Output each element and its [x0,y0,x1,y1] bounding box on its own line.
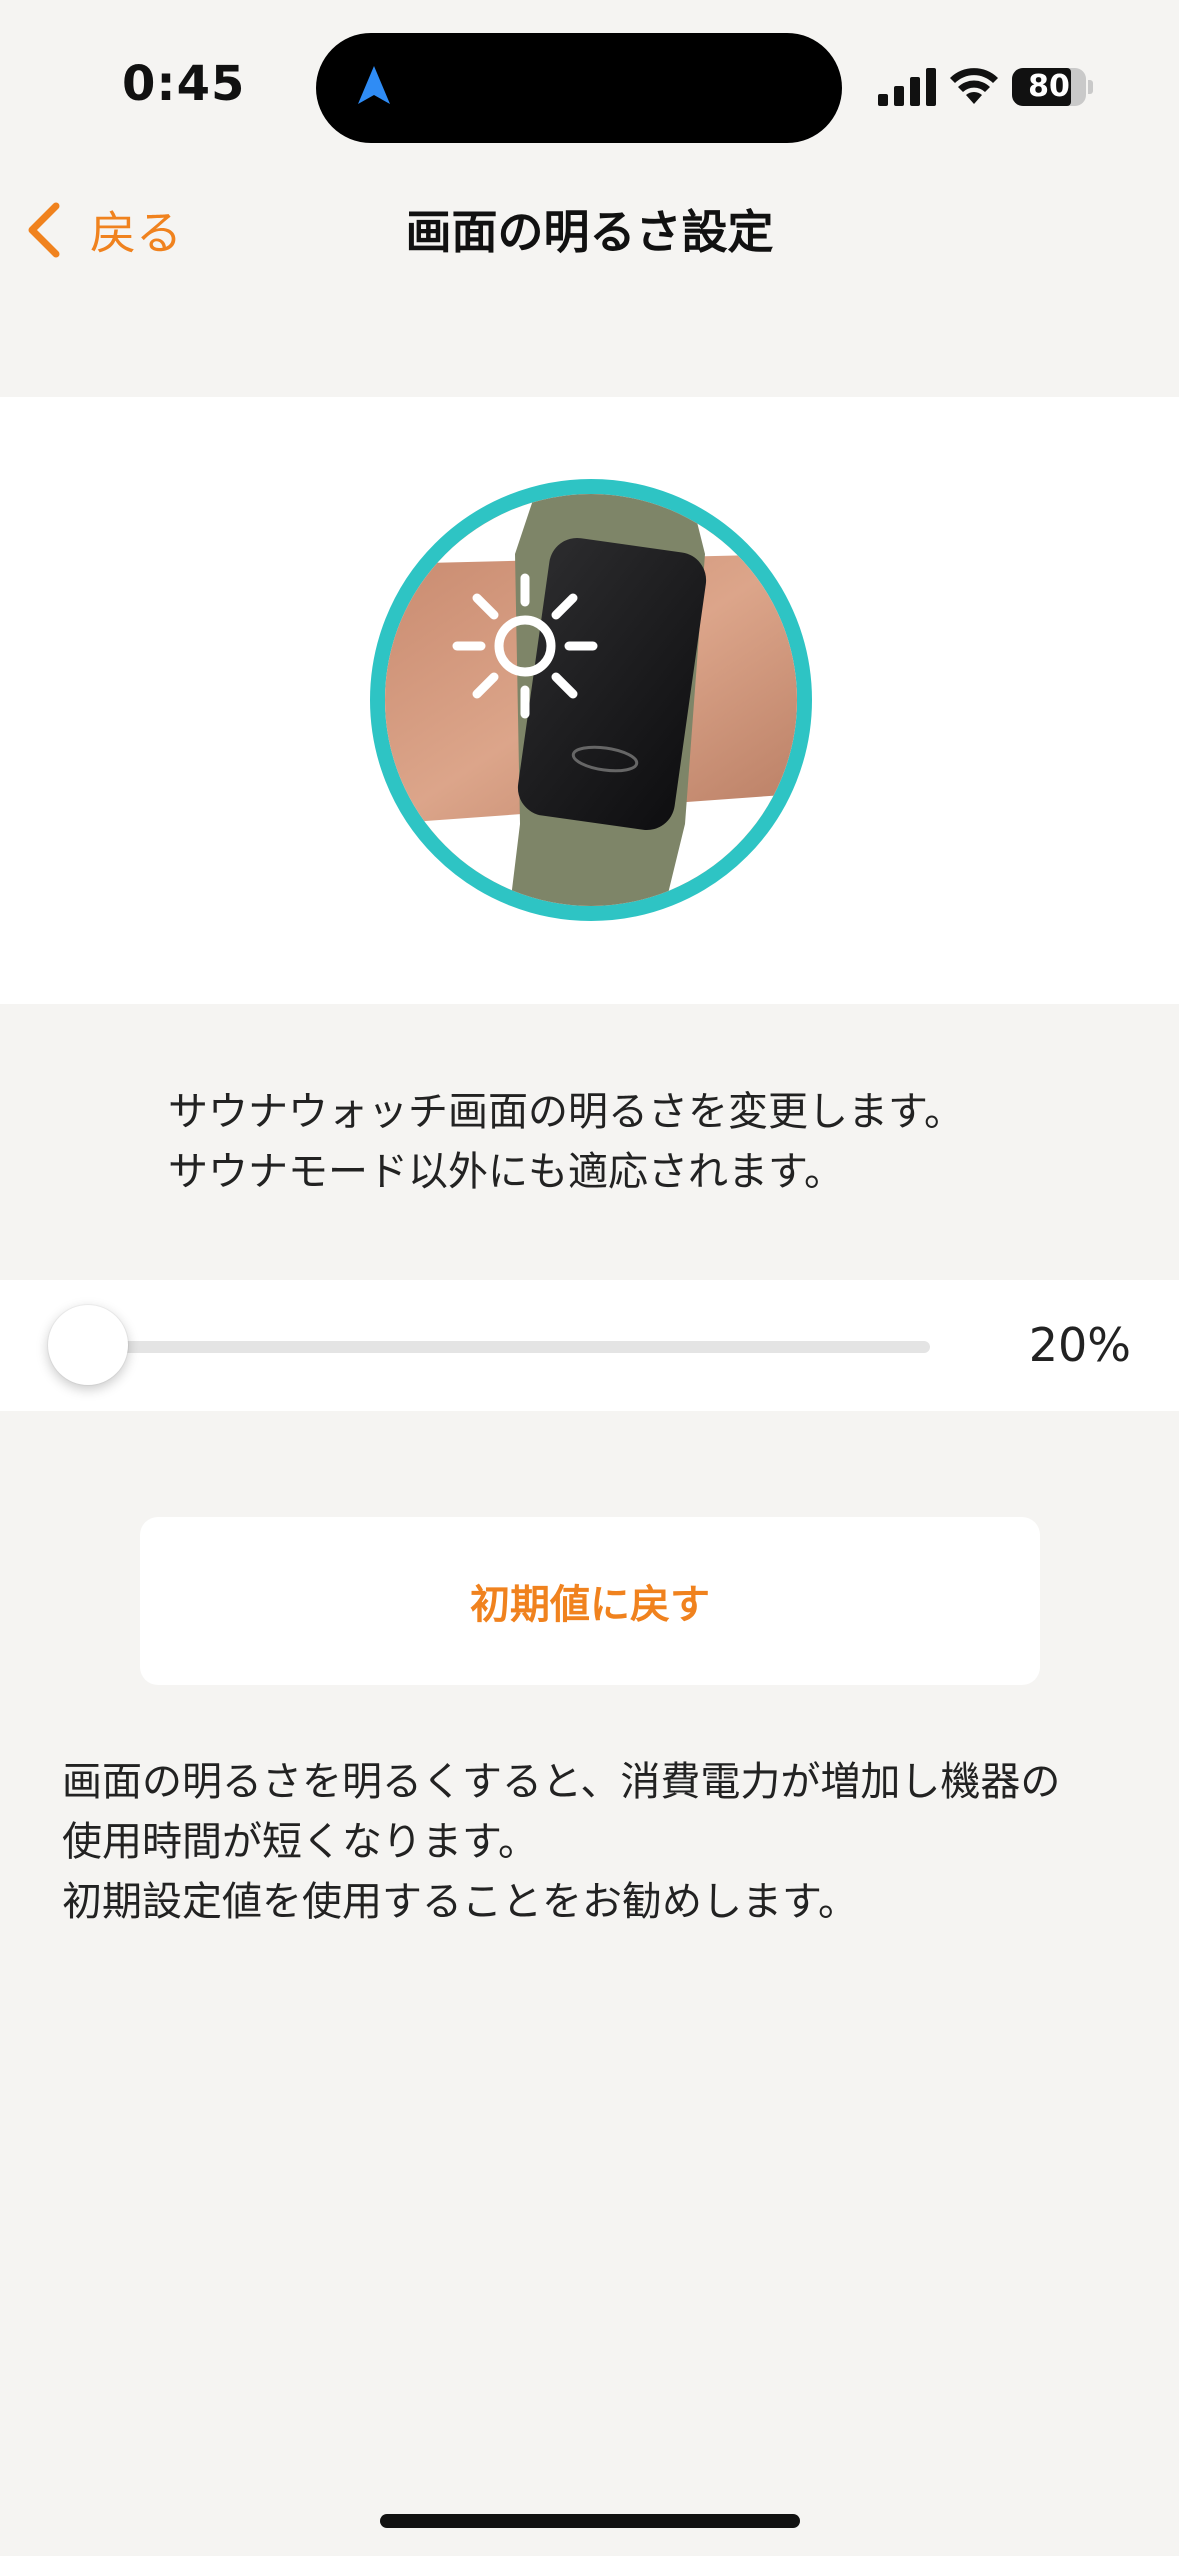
wrist-watch-image [385,494,797,906]
battery-body: 80 [1012,68,1086,106]
reset-to-default-button[interactable]: 初期値に戻す [140,1517,1040,1685]
wifi-icon [950,68,998,104]
note-line-1: 画面の明るさを明るくすると、消費電力が増加し機器の [62,1759,1061,1805]
note-line-2: 使用時間が短くなります。 [62,1819,538,1865]
location-arrow-icon [358,66,390,104]
brightness-slider-track[interactable] [88,1341,930,1353]
battery-percent: 80 [1028,69,1070,104]
battery-indicator: 80 [1012,68,1093,108]
brightness-slider-row: 20% [0,1280,1179,1411]
brightness-value: 20% [1028,1318,1131,1372]
illustration-panel [0,397,1179,1004]
reset-button-label: 初期値に戻す [470,1582,710,1628]
note-line-3: 初期設定値を使用することをお勧めします。 [62,1879,858,1925]
home-indicator[interactable] [380,2514,800,2528]
page-title: 画面の明るさ設定 [405,205,774,259]
brightness-slider-thumb[interactable] [48,1305,128,1385]
status-time: 0:45 [122,56,246,112]
watch-illustration [370,479,812,921]
status-bar: 0:45 80 [0,0,1179,170]
navigation-bar: 戻る 画面の明るさ設定 [0,170,1179,290]
description-line-1: サウナウォッチ画面の明るさを変更します。 [168,1089,964,1135]
description-line-2: サウナモード以外にも適応されます。 [168,1149,844,1195]
cellular-signal-icon [878,68,936,106]
battery-tip [1088,80,1093,94]
description-text: サウナウォッチ画面の明るさを変更します。 サウナモード以外にも適応されます。 [168,1082,1068,1202]
brightness-settings-screen: 0:45 80 戻る 画面の明るさ設定 サウナウォッチ画面の明るさを変更します。… [0,0,1179,2556]
power-consumption-note: 画面の明るさを明るくすると、消費電力が増加し機器の 使用時間が短くなります。 初… [62,1752,1142,1932]
